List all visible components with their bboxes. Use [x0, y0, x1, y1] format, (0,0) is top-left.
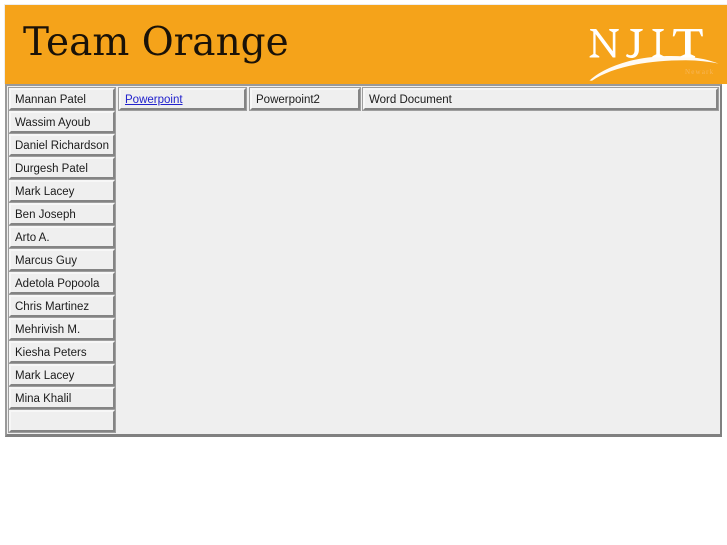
- table-row: Mannan Patel Wassim Ayoub Daniel Richard…: [7, 86, 720, 434]
- name-cell[interactable]: Arto A.: [8, 225, 116, 249]
- word-document-cell[interactable]: Word Document: [362, 87, 719, 111]
- page-banner: Team Orange Newark: [4, 4, 727, 84]
- name-cell[interactable]: Mehrivish M.: [8, 317, 116, 341]
- njit-logo: Newark: [589, 23, 719, 81]
- names-stack: Mannan Patel Wassim Ayoub Daniel Richard…: [7, 86, 117, 434]
- powerpoint2-cell[interactable]: Powerpoint2: [249, 87, 361, 111]
- powerpoint-cell[interactable]: Powerpoint: [118, 87, 247, 111]
- name-cell[interactable]: Durgesh Patel: [8, 156, 116, 180]
- name-cell[interactable]: Wassim Ayoub: [8, 110, 116, 134]
- word-document-column: Word Document: [362, 86, 720, 434]
- svg-text:Newark: Newark: [685, 68, 714, 76]
- powerpoint2-column: Powerpoint2: [248, 86, 362, 434]
- content-table-container: Mannan Patel Wassim Ayoub Daniel Richard…: [0, 84, 727, 437]
- name-cell[interactable]: Mannan Patel: [8, 87, 116, 111]
- powerpoint-column: Powerpoint: [117, 86, 248, 434]
- banner-container: Team Orange Newark: [0, 0, 727, 84]
- name-cell-empty[interactable]: [8, 409, 116, 433]
- name-cell[interactable]: Kiesha Peters: [8, 340, 116, 364]
- name-cell[interactable]: Daniel Richardson: [8, 133, 116, 157]
- name-cell[interactable]: Marcus Guy: [8, 248, 116, 272]
- powerpoint-link[interactable]: Powerpoint: [125, 94, 183, 106]
- team-table: Mannan Patel Wassim Ayoub Daniel Richard…: [5, 84, 722, 437]
- name-cell[interactable]: Mark Lacey: [8, 363, 116, 387]
- name-cell[interactable]: Adetola Popoola: [8, 271, 116, 295]
- name-cell[interactable]: Mina Khalil: [8, 386, 116, 410]
- name-cell[interactable]: Chris Martinez: [8, 294, 116, 318]
- names-column: Mannan Patel Wassim Ayoub Daniel Richard…: [7, 86, 117, 434]
- name-cell[interactable]: Ben Joseph: [8, 202, 116, 226]
- name-cell[interactable]: Mark Lacey: [8, 179, 116, 203]
- page-title: Team Orange: [23, 20, 289, 65]
